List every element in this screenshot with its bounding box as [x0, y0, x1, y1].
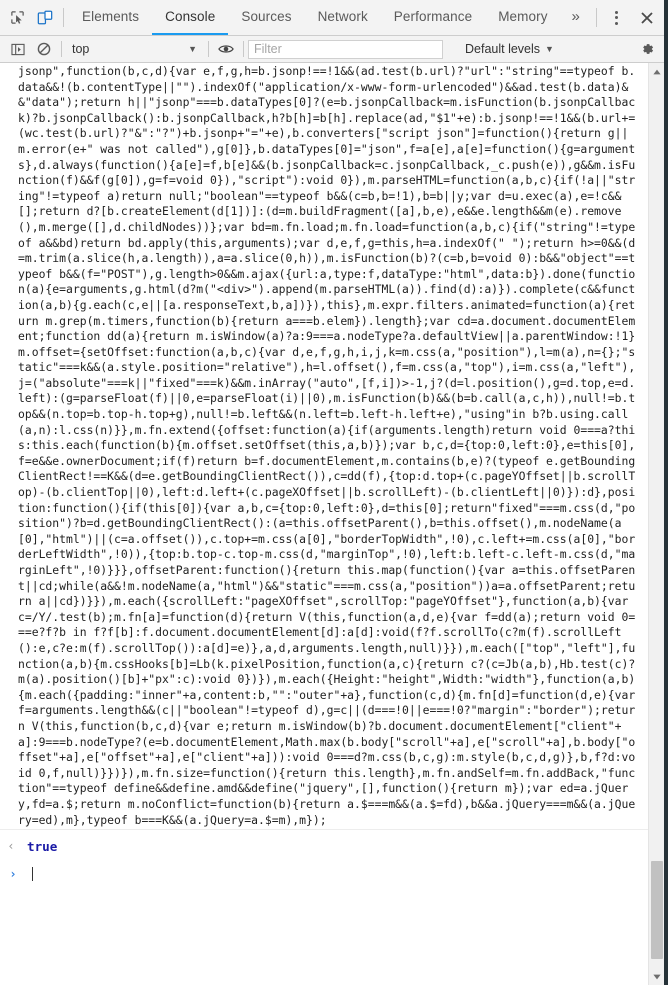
toolbar-divider-right — [596, 8, 597, 27]
tab-memory[interactable]: Memory — [485, 0, 560, 35]
prompt-caret-icon: › — [9, 867, 17, 882]
tab-memory-label: Memory — [498, 9, 548, 24]
log-levels-selector[interactable]: Default levels ▼ — [465, 42, 554, 56]
log-levels-label: Default levels — [465, 42, 541, 56]
live-expression-icon[interactable] — [213, 37, 239, 61]
panel-tabs: Elements Console Sources Network Perform… — [69, 0, 591, 35]
chevron-down-icon: ▼ — [545, 44, 554, 54]
console-sidebar-icon[interactable] — [5, 37, 31, 61]
tab-elements-label: Elements — [82, 9, 140, 24]
clear-console-icon[interactable] — [31, 37, 57, 61]
more-tabs-icon[interactable]: » — [561, 0, 591, 35]
execution-context-selector[interactable]: top ▼ — [66, 39, 204, 60]
filterbar-divider-3 — [243, 41, 244, 57]
close-icon[interactable] — [630, 0, 664, 35]
more-options-icon[interactable] — [602, 0, 630, 35]
scrollbar-thumb[interactable] — [650, 861, 663, 960]
tab-elements[interactable]: Elements — [69, 0, 152, 35]
device-toolbar-icon[interactable] — [31, 0, 58, 35]
console-prompt-row[interactable]: › — [0, 862, 648, 886]
devtools-tabbar: Elements Console Sources Network Perform… — [0, 0, 664, 36]
inspect-element-icon[interactable] — [4, 0, 31, 35]
more-tabs-label: » — [571, 8, 580, 25]
filterbar-divider-2 — [208, 41, 209, 57]
tab-performance-label: Performance — [393, 9, 473, 24]
result-value: true — [27, 838, 58, 854]
prompt-text-cursor — [32, 867, 33, 882]
tab-performance[interactable]: Performance — [381, 0, 485, 35]
filter-input[interactable] — [248, 39, 443, 59]
tab-network-label: Network — [317, 9, 368, 24]
scroll-up-arrow-icon[interactable] — [648, 63, 664, 80]
tab-sources-label: Sources — [241, 9, 292, 24]
tab-sources[interactable]: Sources — [228, 0, 304, 35]
console-message[interactable]: jsonp",function(b,c,d){var e,f,g,h=b.jso… — [0, 63, 648, 831]
tabbar-right-controls — [591, 0, 664, 35]
console-message-text: jsonp",function(b,c,d){var e,f,g,h=b.jso… — [18, 64, 643, 827]
chevron-down-icon: ▼ — [188, 44, 197, 54]
gear-icon[interactable] — [632, 37, 662, 61]
console-filter-toolbar: top ▼ Default levels ▼ — [0, 36, 664, 63]
console-scrollbar[interactable] — [648, 63, 664, 985]
console-message-gutter — [0, 63, 18, 65]
filterbar-divider-1 — [61, 41, 62, 57]
console-area: jsonp",function(b,c,d){var e,f,g,h=b.jso… — [0, 63, 664, 985]
toolbar-divider — [63, 8, 65, 27]
console-result-true[interactable]: ‹ true — [0, 830, 648, 862]
scroll-down-arrow-icon[interactable] — [648, 968, 664, 985]
console-message-list[interactable]: jsonp",function(b,c,d){var e,f,g,h=b.jso… — [0, 63, 648, 985]
scrollbar-track[interactable] — [649, 80, 665, 968]
result-arrow-icon: ‹ — [7, 839, 15, 854]
tab-console[interactable]: Console — [152, 0, 229, 35]
execution-context-value: top — [72, 42, 90, 56]
tab-console-label: Console — [165, 9, 216, 24]
tab-network[interactable]: Network — [305, 0, 381, 35]
devtools-panel: Elements Console Sources Network Perform… — [0, 0, 668, 985]
